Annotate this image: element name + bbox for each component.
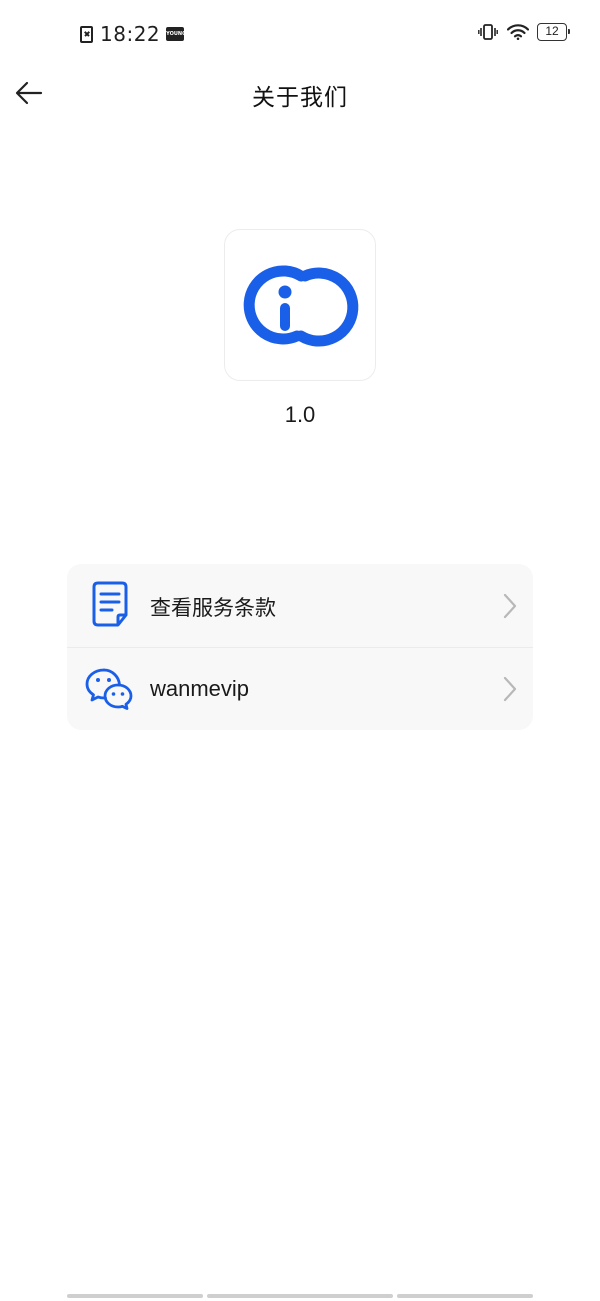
app-version: 1.0 bbox=[284, 402, 316, 427]
wifi-icon bbox=[507, 24, 529, 40]
app-logo bbox=[224, 229, 376, 381]
about-menu-card: 查看服务条款 wanmevip bbox=[67, 564, 533, 730]
status-time: 18:22 bbox=[100, 22, 161, 46]
menu-item-label: wanmevip bbox=[150, 676, 250, 701]
document-icon bbox=[92, 581, 128, 627]
nav-indicator-center bbox=[207, 1294, 393, 1298]
vibrate-icon bbox=[478, 24, 498, 40]
young-mode-badge: YOUNG bbox=[166, 27, 186, 41]
battery-icon: 12 bbox=[537, 23, 570, 41]
link-info-logo-icon bbox=[243, 265, 359, 347]
sim-card-error-icon bbox=[80, 25, 93, 43]
status-bar-right: 12 bbox=[478, 23, 570, 41]
menu-item-label: 查看服务条款 bbox=[150, 596, 276, 620]
header: 关于我们 bbox=[0, 66, 600, 120]
page-title: 关于我们 bbox=[252, 85, 348, 111]
status-bar-left: 18:22 YOUNG bbox=[80, 22, 186, 46]
nav-indicator-left bbox=[67, 1294, 203, 1298]
nav-indicator-right bbox=[397, 1294, 533, 1298]
wechat-icon bbox=[85, 668, 133, 710]
chevron-right-icon bbox=[503, 593, 517, 619]
menu-item-wechat[interactable]: wanmevip bbox=[67, 647, 533, 730]
menu-item-terms-of-service[interactable]: 查看服务条款 bbox=[67, 564, 533, 647]
status-bar: 18:22 YOUNG 12 bbox=[0, 0, 600, 66]
chevron-right-icon bbox=[503, 676, 517, 702]
